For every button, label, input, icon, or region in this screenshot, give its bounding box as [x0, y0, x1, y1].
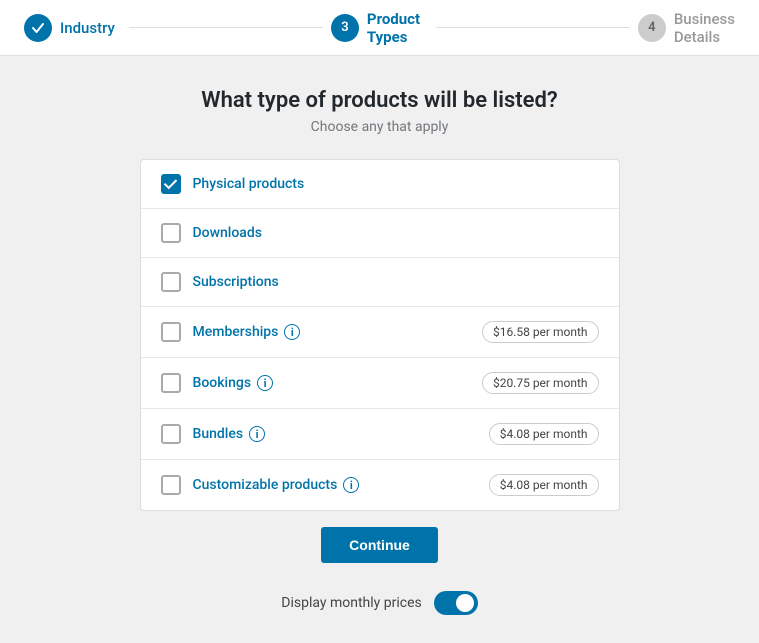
page-title: What type of products will be listed?	[201, 88, 557, 113]
list-item: Memberships i $16.58 per month	[141, 307, 619, 358]
downloads-checkbox[interactable]	[161, 223, 181, 243]
bookings-price: $20.75 per month	[482, 372, 599, 394]
page-subtitle: Choose any that apply	[311, 119, 449, 135]
physical-checkbox[interactable]	[161, 174, 181, 194]
list-item: Subscriptions	[141, 258, 619, 307]
subscriptions-label: Subscriptions	[193, 274, 599, 290]
product-list: Physical products Downloads Subscription…	[140, 159, 620, 511]
toggle-label: Display monthly prices	[281, 595, 421, 611]
customizable-checkbox[interactable]	[161, 475, 181, 495]
step-product-types-circle: 3	[331, 14, 359, 42]
step-divider-2	[436, 27, 630, 28]
check-icon	[31, 21, 45, 35]
bookings-checkbox[interactable]	[161, 373, 181, 393]
memberships-price: $16.58 per month	[482, 321, 599, 343]
downloads-label: Downloads	[193, 225, 599, 241]
bookings-label: Bookings i	[193, 375, 470, 391]
toggle-thumb	[456, 594, 474, 612]
list-item: Bookings i $20.75 per month	[141, 358, 619, 409]
customizable-price: $4.08 per month	[489, 474, 599, 496]
bundles-label: Bundles i	[193, 426, 477, 442]
customizable-info-icon[interactable]: i	[343, 477, 359, 493]
subscriptions-checkbox[interactable]	[161, 272, 181, 292]
step-industry-label: Industry	[60, 19, 115, 37]
physical-label: Physical products	[193, 176, 599, 192]
memberships-info-icon[interactable]: i	[284, 324, 300, 340]
step-business-details-circle: 4	[638, 14, 666, 42]
bundles-info-icon[interactable]: i	[249, 426, 265, 442]
bundles-checkbox[interactable]	[161, 424, 181, 444]
stepper: Industry 3 Product Types 4 Business Deta…	[0, 0, 759, 56]
step-product-types: 3 Product Types	[331, 10, 428, 46]
memberships-checkbox[interactable]	[161, 322, 181, 342]
step-industry: Industry	[24, 14, 121, 42]
step-divider-1	[129, 27, 323, 28]
step-business-details: 4 Business Details	[638, 10, 735, 46]
monthly-prices-toggle[interactable]	[434, 591, 478, 615]
footer: Display monthly prices	[281, 579, 477, 623]
main-content: What type of products will be listed? Ch…	[0, 56, 759, 643]
step-industry-circle	[24, 14, 52, 42]
continue-button[interactable]: Continue	[321, 527, 438, 563]
list-item: Physical products	[141, 160, 619, 209]
step-product-types-label: Product Types	[367, 10, 428, 46]
memberships-label: Memberships i	[193, 324, 470, 340]
list-item: Customizable products i $4.08 per month	[141, 460, 619, 510]
bookings-info-icon[interactable]: i	[257, 375, 273, 391]
bundles-price: $4.08 per month	[489, 423, 599, 445]
step-business-details-label: Business Details	[674, 10, 735, 46]
continue-row: Continue	[321, 511, 438, 579]
list-item: Downloads	[141, 209, 619, 258]
list-item: Bundles i $4.08 per month	[141, 409, 619, 460]
customizable-label: Customizable products i	[193, 477, 477, 493]
